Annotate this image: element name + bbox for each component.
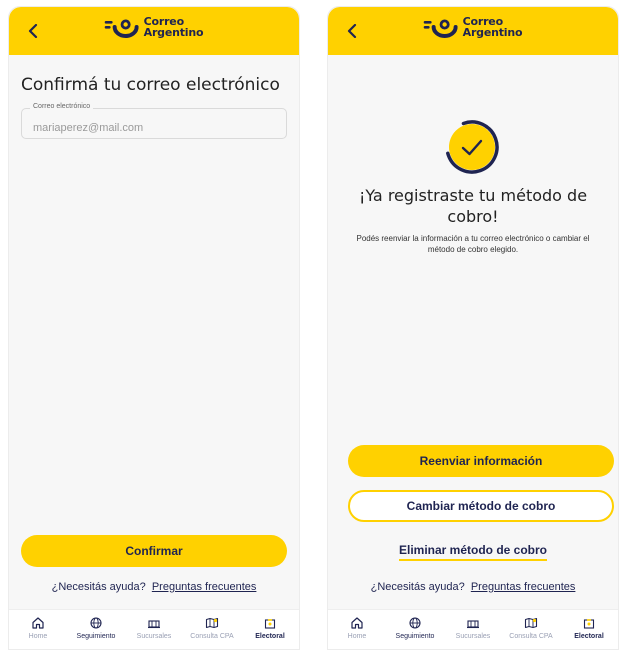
faq-link[interactable]: Preguntas frecuentes bbox=[152, 581, 257, 593]
logo-text-line2: Argentino bbox=[143, 26, 204, 39]
tab-label: Sucursales bbox=[136, 633, 172, 640]
home-icon bbox=[32, 617, 44, 629]
back-button[interactable] bbox=[340, 19, 364, 43]
delete-payment-method-link[interactable]: Eliminar método de cobro bbox=[328, 543, 618, 561]
tab-seguimiento[interactable]: Seguimiento bbox=[386, 610, 444, 649]
success-description: Podés reenviar la información a tu corre… bbox=[356, 234, 590, 254]
tab-label: Sucursales bbox=[455, 633, 491, 640]
app-header: Correo Argentino bbox=[9, 7, 299, 55]
tab-consulta-cpa[interactable]: Consulta CPA bbox=[183, 610, 241, 649]
ballot-box-icon bbox=[583, 619, 595, 629]
tab-label: Electoral bbox=[255, 633, 285, 640]
branch-icon bbox=[148, 620, 160, 629]
change-payment-method-button[interactable]: Cambiar método de cobro bbox=[348, 490, 614, 522]
page-title: Confirmá tu correo electrónico bbox=[21, 75, 280, 95]
faq-link[interactable]: Preguntas frecuentes bbox=[471, 581, 576, 593]
correo-logo-icon bbox=[423, 19, 458, 38]
payment-method-registered-screen: Correo Argentino ¡Ya registraste tu méto… bbox=[327, 6, 619, 650]
map-icon bbox=[205, 617, 219, 629]
tab-label: Consulta CPA bbox=[509, 633, 553, 640]
map-icon bbox=[524, 617, 538, 629]
correo-argentino-logo: Correo Argentino bbox=[423, 16, 523, 39]
success-title: ¡Ya registraste tu método de cobro! bbox=[358, 186, 588, 226]
correo-argentino-logo: Correo Argentino bbox=[104, 16, 204, 39]
home-icon bbox=[351, 617, 363, 629]
globe-icon bbox=[90, 617, 102, 629]
correo-logo-icon bbox=[104, 19, 139, 38]
ballot-box-icon bbox=[264, 619, 276, 629]
tab-electoral[interactable]: Electoral bbox=[560, 610, 618, 649]
tab-label: Home bbox=[28, 633, 48, 640]
tab-electoral[interactable]: Electoral bbox=[241, 610, 299, 649]
tab-label: Electoral bbox=[574, 633, 604, 640]
tab-label: Home bbox=[347, 633, 367, 640]
back-button[interactable] bbox=[21, 19, 45, 43]
tab-label: Consulta CPA bbox=[190, 633, 234, 640]
email-field[interactable]: Correo electrónico bbox=[21, 103, 287, 139]
confirm-button[interactable]: Confirmar bbox=[21, 535, 287, 567]
chevron-left-icon bbox=[28, 24, 38, 38]
branch-icon bbox=[467, 620, 479, 629]
tab-home[interactable]: Home bbox=[9, 610, 67, 649]
bottom-tab-bar: Home Seguimiento Sucursales Consulta CPA… bbox=[9, 609, 299, 649]
delete-payment-method-label: Eliminar método de cobro bbox=[398, 543, 548, 561]
globe-icon bbox=[409, 617, 421, 629]
help-section: ¿Necesitás ayuda? Preguntas frecuentes bbox=[328, 581, 618, 593]
tab-sucursales[interactable]: Sucursales bbox=[125, 610, 183, 649]
tab-consulta-cpa[interactable]: Consulta CPA bbox=[502, 610, 560, 649]
tab-sucursales[interactable]: Sucursales bbox=[444, 610, 502, 649]
success-check-icon bbox=[445, 120, 499, 174]
resend-info-button[interactable]: Reenviar información bbox=[348, 445, 614, 477]
help-section: ¿Necesitás ayuda? Preguntas frecuentes bbox=[9, 581, 299, 593]
help-question: ¿Necesitás ayuda? bbox=[51, 581, 146, 593]
logo-text-line2: Argentino bbox=[462, 26, 523, 39]
tab-seguimiento[interactable]: Seguimiento bbox=[67, 610, 125, 649]
app-header: Correo Argentino bbox=[328, 7, 618, 55]
bottom-tab-bar: Home Seguimiento Sucursales Consulta CPA… bbox=[328, 609, 618, 649]
tab-label: Seguimiento bbox=[76, 633, 116, 640]
tab-label: Seguimiento bbox=[395, 633, 435, 640]
help-question: ¿Necesitás ayuda? bbox=[370, 581, 465, 593]
chevron-left-icon bbox=[347, 24, 357, 38]
email-input[interactable] bbox=[22, 109, 286, 138]
tab-home[interactable]: Home bbox=[328, 610, 386, 649]
email-confirmation-screen: Correo Argentino Confirmá tu correo elec… bbox=[8, 6, 300, 650]
